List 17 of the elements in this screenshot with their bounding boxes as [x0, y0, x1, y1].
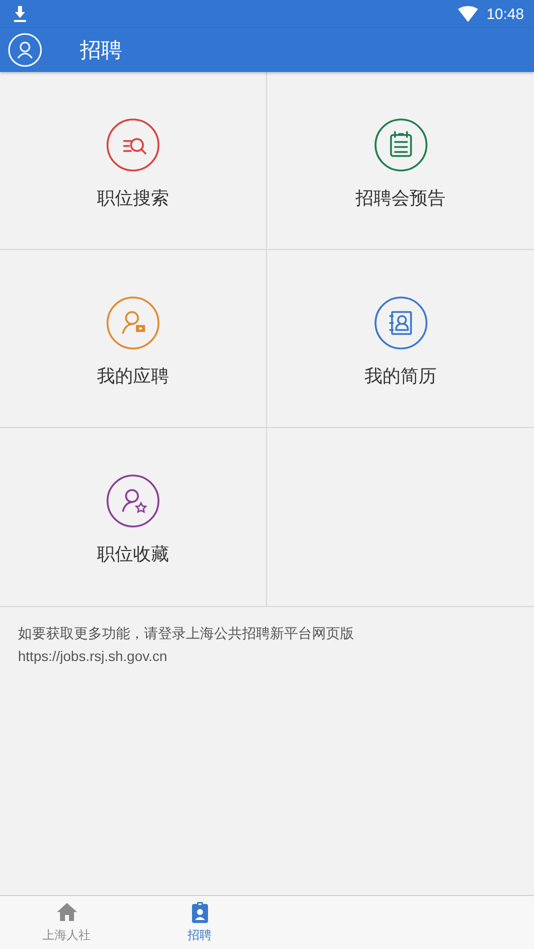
profile-button[interactable]: [8, 33, 42, 67]
tile-label: 职位搜索: [97, 186, 169, 210]
menu-tile[interactable]: 职位搜索: [0, 72, 267, 250]
menu-tile[interactable]: 我的应聘: [0, 250, 267, 428]
tile-label: 招聘会预告: [356, 186, 446, 210]
status-time: 10:48: [486, 6, 524, 22]
notice-text: 如要获取更多功能，请登录上海公共招聘新平台网页版: [18, 625, 355, 644]
wifi-icon: [458, 6, 478, 22]
app-title: 招聘: [80, 37, 122, 64]
website-link[interactable]: https://jobs.rsj.sh.gov.cn: [18, 648, 168, 664]
user-icon: [8, 33, 42, 67]
tile-label: 我的应聘: [97, 364, 169, 388]
nav-tab[interactable]: 招聘: [133, 896, 266, 949]
download-icon: [13, 6, 27, 22]
tile-label: 我的简历: [364, 364, 436, 388]
home-icon: [56, 901, 78, 923]
tile-label: 职位收藏: [97, 543, 169, 566]
